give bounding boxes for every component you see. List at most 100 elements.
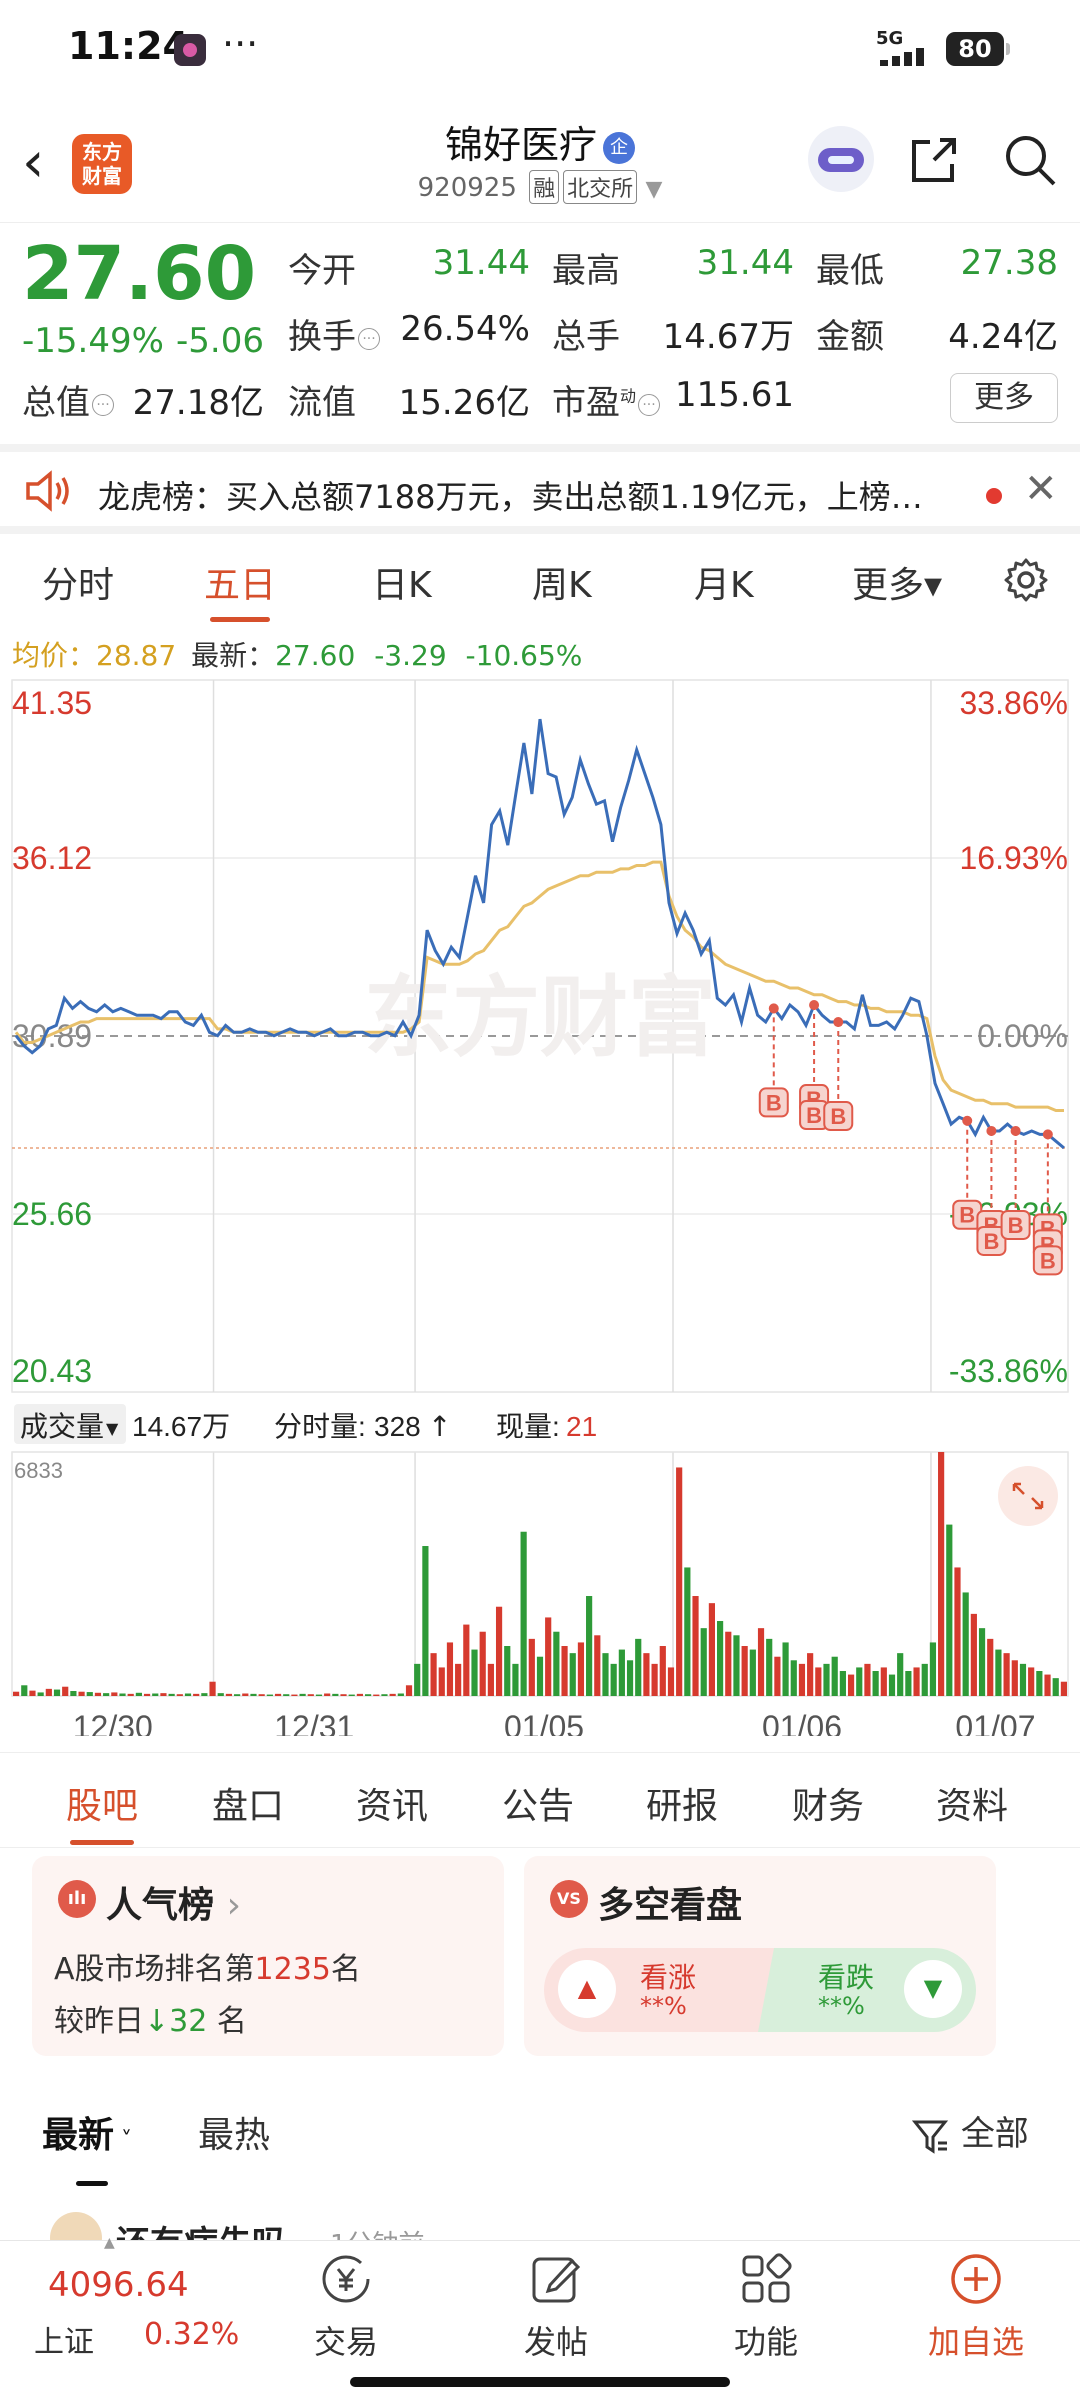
popularity-card[interactable]: ılı 人气榜 › A股市场排名第1235名 较昨日↓32 名 <box>32 1856 504 2056</box>
nav-functions[interactable]: 功能 <box>686 2251 846 2363</box>
tab-announcements[interactable]: 公告 <box>502 1777 574 1829</box>
arrow-up-icon: ↑ <box>428 1410 451 1443</box>
index-value: 4096.64 <box>48 2265 189 2305</box>
volume-bar <box>659 1646 666 1696</box>
more-quote-button[interactable]: 更多 <box>950 373 1058 423</box>
tab-intraday[interactable]: 分时 <box>42 556 114 608</box>
x-tick-label: 01/05 <box>504 1709 584 1736</box>
volume-bar <box>381 1694 388 1696</box>
volume-bar <box>70 1691 77 1696</box>
tab-monthly-k[interactable]: 月K <box>694 556 754 608</box>
volume-bar <box>676 1467 683 1696</box>
y-tick-left: 20.43 <box>12 1353 92 1389</box>
volume-bar <box>414 1663 421 1696</box>
volume-bar <box>725 1631 732 1696</box>
volume-bar <box>127 1693 134 1696</box>
buy-marker-label: B <box>806 1103 822 1128</box>
volume-bar <box>1036 1671 1043 1696</box>
stock-name: 锦好医疗 <box>444 123 597 167</box>
volume-bar <box>1011 1660 1018 1696</box>
volume-bar <box>643 1653 650 1696</box>
tab-more[interactable]: 更多▾ <box>852 556 942 608</box>
expand-button[interactable] <box>998 1466 1058 1526</box>
quote-panel: 27.60 -15.49% -5.06 今开 31.44 最高 31.44 最低… <box>0 222 1080 442</box>
filter-button[interactable]: 全部 <box>911 2106 1029 2155</box>
five-day-chart[interactable]: 东方财富 41.35 33.86%36.12 16.93%30.89 0.00%25.… <box>0 676 1080 1736</box>
info-icon[interactable]: ··· <box>92 393 114 416</box>
nav-add-watchlist[interactable]: 加自选 <box>896 2251 1056 2363</box>
per-min-value: 328 <box>374 1411 421 1442</box>
volume-label: 成交量 <box>20 1411 104 1442</box>
tab-guba[interactable]: 股吧 <box>66 1777 138 1845</box>
tab-pankou[interactable]: 盘口 <box>212 1777 284 1829</box>
bearish-button[interactable]: 看跌 **% ▼ <box>758 1948 976 2032</box>
volume-bar <box>995 1649 1002 1696</box>
volume-bar <box>528 1638 535 1696</box>
nav-trade[interactable]: 交易 <box>266 2251 426 2363</box>
volume-bar <box>62 1686 69 1696</box>
float-label: 流值 <box>288 383 356 423</box>
volume-bar <box>307 1694 314 1696</box>
volume-bar <box>479 1631 486 1696</box>
buy-marker-label: B <box>830 1104 846 1129</box>
tab-hottest[interactable]: 最热 <box>198 2106 270 2158</box>
per-min-label: 分时量: <box>274 1411 366 1442</box>
feed-tabs: 最新 ˅ 最热 全部 <box>0 2090 1080 2186</box>
volume-bar <box>389 1693 396 1696</box>
volume-bar <box>962 1592 969 1696</box>
tab-profile[interactable]: 资料 <box>936 1777 1008 1829</box>
filter-label: 全部 <box>960 2114 1029 2154</box>
volume-bar <box>356 1693 363 1696</box>
volume-bar <box>274 1693 282 1696</box>
volume-bar <box>1019 1663 1027 1696</box>
volume-bar <box>847 1674 855 1696</box>
gear-icon[interactable] <box>1002 556 1050 604</box>
tab-five-day[interactable]: 五日 <box>204 556 276 622</box>
bullish-button[interactable]: ▲ 看涨 **% <box>544 1948 778 2032</box>
volume-bar <box>258 1694 265 1696</box>
volume-bar <box>13 1691 20 1696</box>
volume-bar <box>29 1690 36 1696</box>
high-label: 最高 <box>552 251 620 291</box>
chevron-down-icon: ▼ <box>645 177 663 202</box>
home-indicator <box>350 2377 730 2387</box>
share-icon[interactable] <box>904 130 964 190</box>
nav-post[interactable]: 发帖 <box>476 2251 636 2363</box>
volume-bar <box>160 1693 167 1696</box>
battery-icon: 80 <box>946 32 1010 66</box>
volume-bar <box>21 1685 28 1696</box>
tab-news[interactable]: 资讯 <box>356 1777 428 1829</box>
last-price: 27.60 <box>22 231 257 317</box>
sentiment-card[interactable]: VS 多空看盘 ▲ 看涨 **% 看跌 **% ▼ <box>524 1856 996 2056</box>
dragon-tiger-banner[interactable]: 龙虎榜：买入总额7188万元，卖出总额1.19亿元，上榜原因：日跌幅偏离值达7%… <box>0 444 1080 534</box>
volume-label: 总手 <box>552 317 620 357</box>
robot-avatar-icon[interactable] <box>808 126 874 192</box>
index-ticker[interactable]: ▲ 4096.64 上证 0.32% <box>0 2235 242 2381</box>
info-icon[interactable]: ··· <box>638 393 661 416</box>
buy-marker-label: B <box>1040 1248 1056 1273</box>
volume-bar <box>201 1693 208 1696</box>
volume-bar <box>888 1674 896 1696</box>
volume-bar <box>103 1693 110 1696</box>
y-tick-right: 0.00% <box>977 1018 1068 1054</box>
tab-finance[interactable]: 财务 <box>792 1777 864 1829</box>
x-tick-label: 01/06 <box>762 1709 842 1736</box>
tab-latest[interactable]: 最新 ˅ <box>42 2106 132 2186</box>
search-icon[interactable] <box>1000 130 1060 190</box>
chevron-right-icon: › <box>226 1885 241 1926</box>
tab-weekly-k[interactable]: 周K <box>532 556 592 608</box>
volume-bar <box>119 1693 126 1696</box>
volume-bar <box>225 1693 233 1696</box>
tab-daily-k[interactable]: 日K <box>372 556 432 608</box>
volume-bar <box>1052 1678 1059 1696</box>
volume-bar <box>340 1694 347 1696</box>
arrow-up-icon: ▲ <box>558 1960 616 2018</box>
turnover-value: 26.54% <box>400 309 530 349</box>
bullish-label: 看涨 <box>640 1961 697 1994</box>
volume-header: 成交量 ▼ 14.67万 分时量: 328 ↑ 现量: 21 6833 <box>14 1404 1058 1526</box>
close-icon[interactable]: ✕ <box>1024 466 1058 512</box>
volume-bar <box>978 1628 986 1696</box>
info-icon[interactable]: ··· <box>358 327 380 350</box>
tab-research[interactable]: 研报 <box>646 1777 718 1829</box>
avg-label: 均价： <box>12 639 97 672</box>
